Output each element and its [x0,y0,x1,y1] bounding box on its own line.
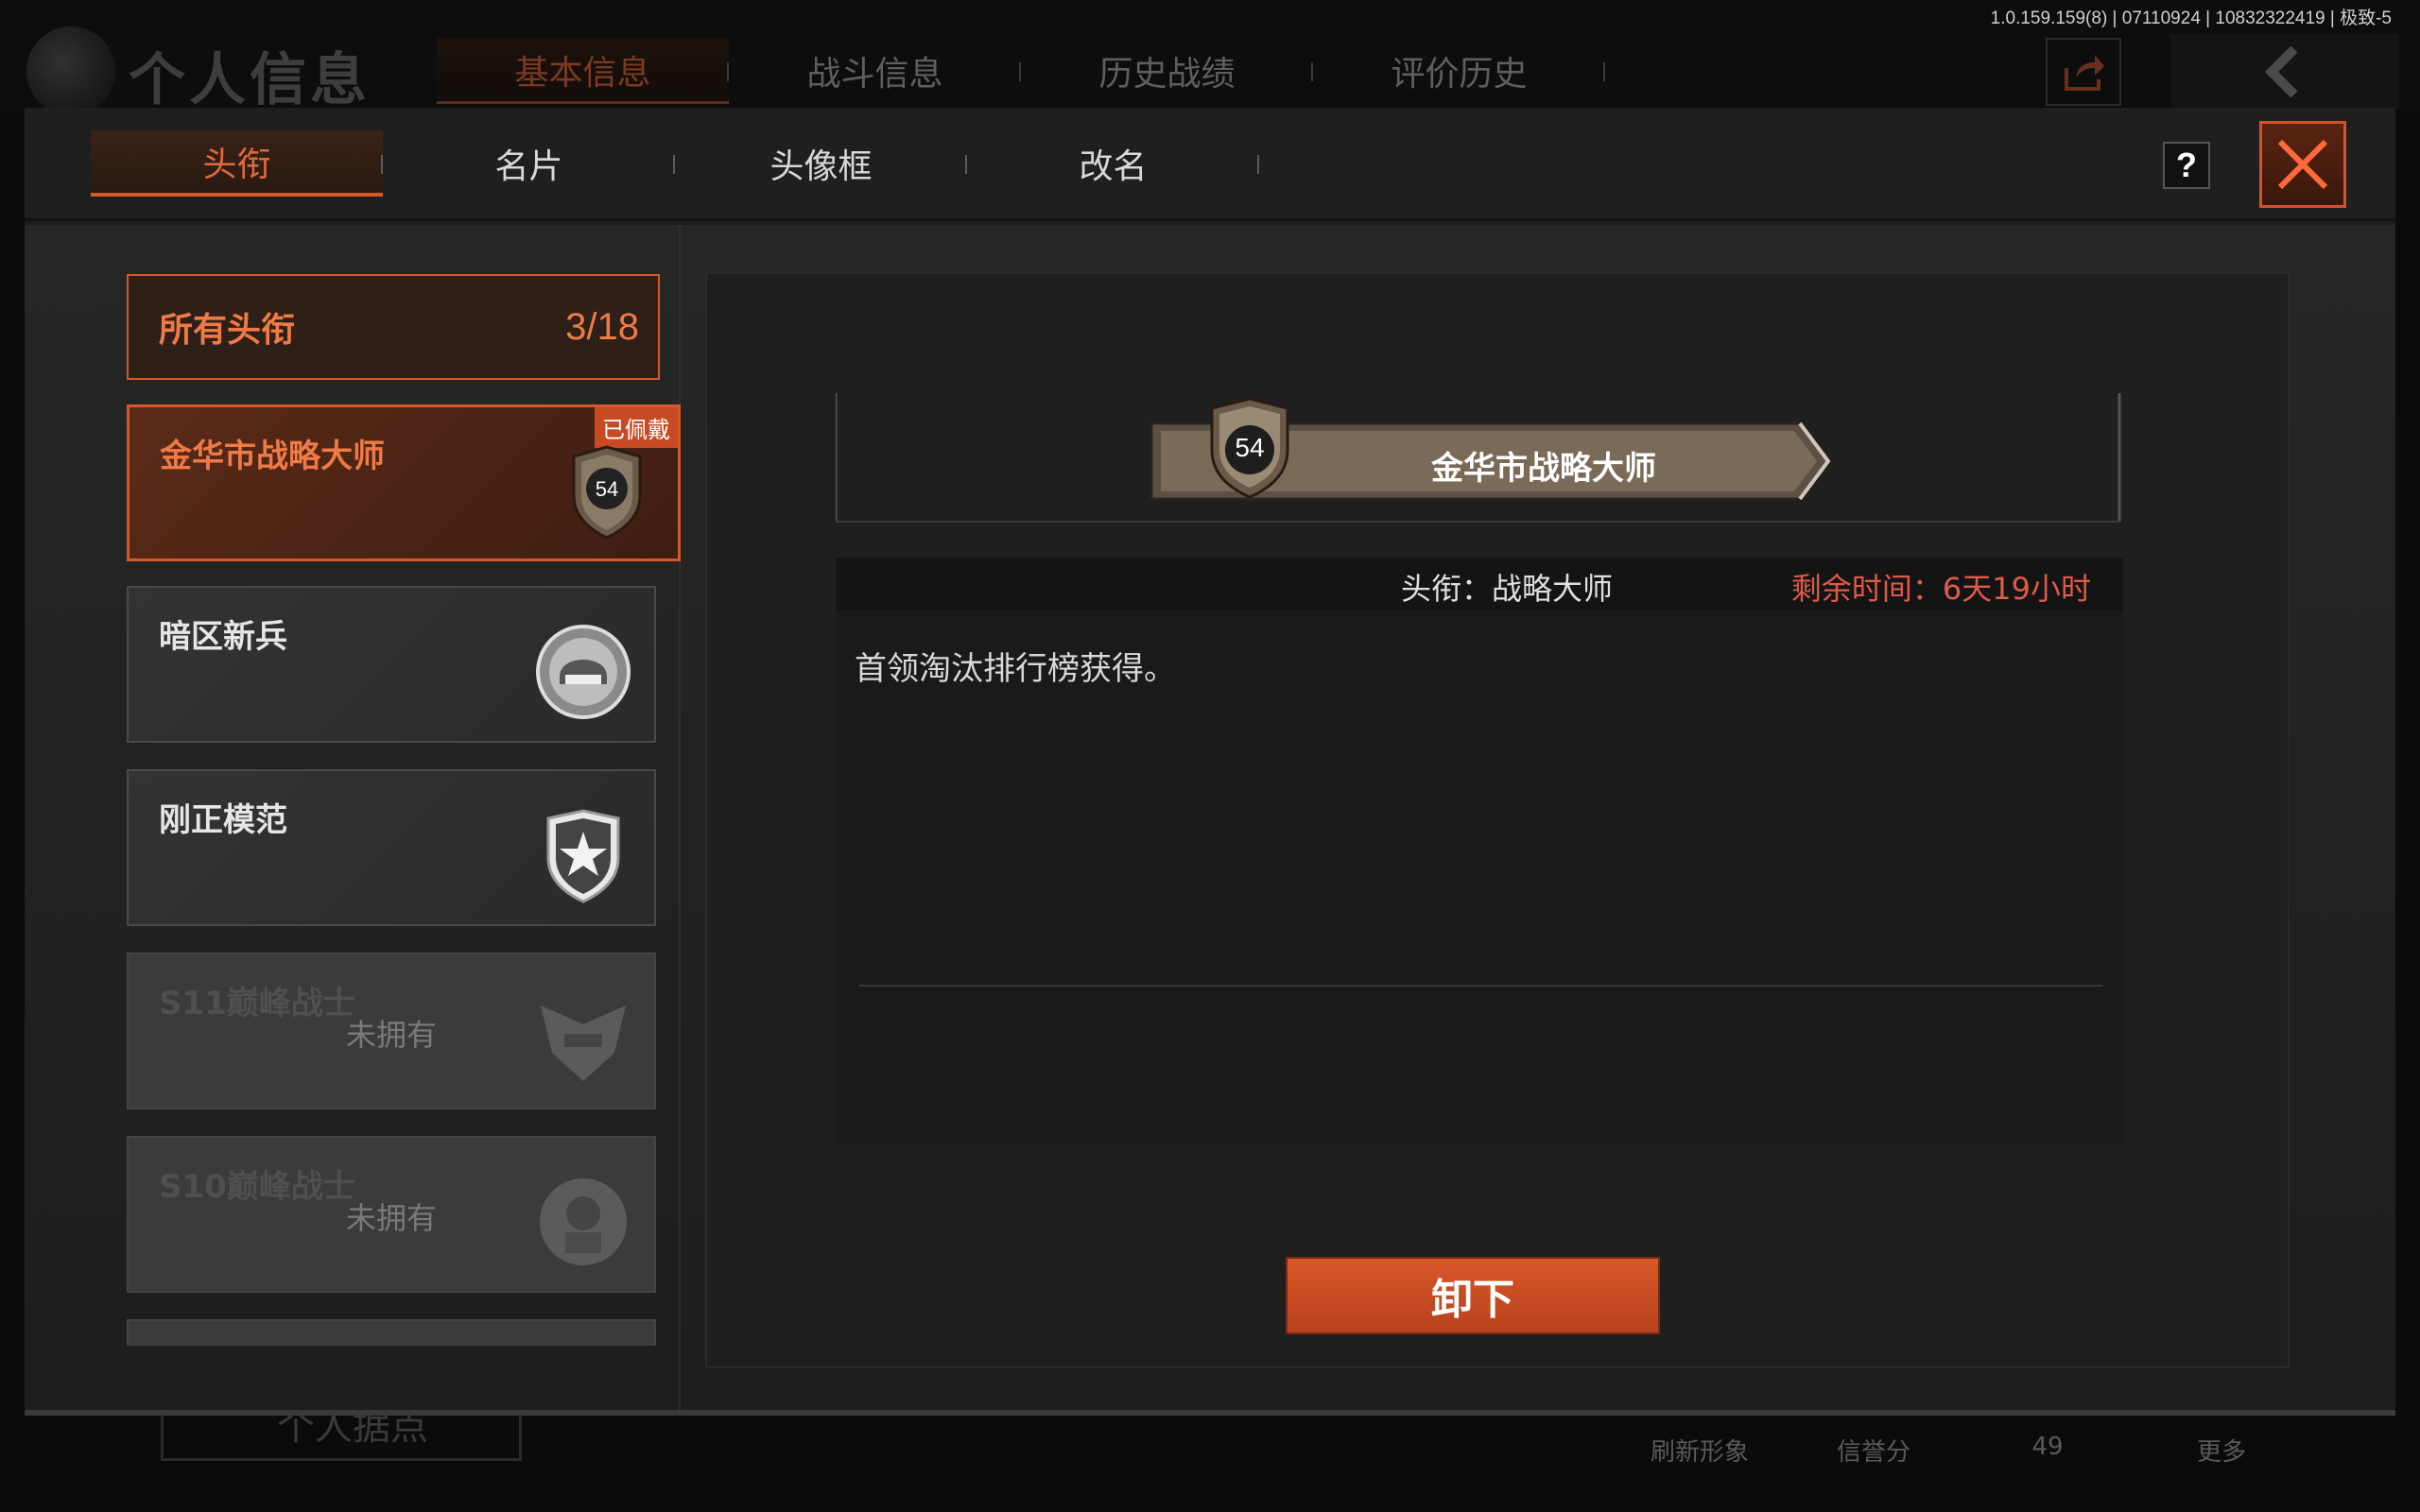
title-item[interactable]: 暗区新兵 [127,586,656,743]
globe-icon [26,26,115,115]
tab-name-card[interactable]: 名片 [383,130,675,197]
title-item-locked[interactable]: S10巅峰战士 未拥有 [127,1136,656,1293]
all-titles-label: 所有头衔 [159,311,296,350]
chevron-left-icon [2264,45,2298,98]
time-remaining: 剩余时间：6天19小时 [1790,571,2091,607]
description-header: 头衔：战略大师 剩余时间：6天19小时 [836,558,2123,610]
warrior-mask-icon [541,1005,626,1081]
title-item-selected[interactable]: 金华市战略大师 已佩戴 54 [127,404,681,561]
tab-avatar-frame[interactable]: 头像框 [675,130,967,197]
page-title: 个人信息 [129,47,371,113]
tab-history-record[interactable]: 历史战绩 [1021,38,1313,104]
rank-badge-icon: 54 [572,445,642,540]
more-button[interactable]: 更多 [2155,1433,2288,1468]
page-tabs: 基本信息 战斗信息 历史战绩 评价历史 [437,38,1605,104]
unequip-button[interactable]: 卸下 [1286,1257,1660,1334]
divider [858,985,2102,987]
tab-battle-info[interactable]: 战斗信息 [729,38,1021,104]
not-owned-label: 未拥有 [346,1200,438,1236]
banner-title-name: 金华市战略大师 [1431,450,1656,488]
all-titles-filter[interactable]: 所有头衔 3/18 [127,274,660,380]
credit-score-button[interactable]: 信誉分 [1807,1433,1940,1468]
all-titles-count: 3/18 [565,305,639,348]
back-button[interactable] [2170,34,2399,110]
tab-basic-info[interactable]: 基本信息 [437,38,729,104]
modal-header: 头衔 名片 头像框 改名 ? [25,108,2395,221]
banner-level: 54 [1235,433,1265,462]
tab-title[interactable]: 头衔 [91,130,383,197]
refresh-avatar-button[interactable]: 刷新形象 [1634,1433,1766,1468]
helmet-medal-icon [536,625,631,719]
modal-tabs: 头衔 名片 头像框 改名 [91,130,1259,197]
title-item-name: S10巅峰战士 [159,1168,355,1206]
tab-review-history[interactable]: 评价历史 [1313,38,1605,104]
title-item[interactable]: 刚正模范 [127,769,656,926]
title-item-name: 金华市战略大师 [160,438,385,475]
title-item-name: 刚正模范 [159,801,287,839]
description-panel: 头衔：战略大师 剩余时间：6天19小时 首领淘汰排行榜获得。 [836,558,2123,1143]
title-item-name: S11巅峰战士 [159,985,355,1022]
title-list[interactable]: 金华市战略大师 已佩戴 54 暗区新兵 刚正模范 S11巅峰战士 未拥有 S10… [127,404,681,1346]
title-description: 首领淘汰排行榜获得。 [855,650,1176,688]
not-owned-label: 未拥有 [346,1017,438,1053]
title-item-name: 暗区新兵 [159,618,287,656]
version-text: 1.0.159.159(8) | 07110924 | 10832322419 … [1990,9,2392,28]
title-item-locked[interactable] [127,1319,656,1346]
tab-rename[interactable]: 改名 [967,130,1259,197]
likes-count[interactable]: 49 [1981,1433,2114,1461]
title-modal: 头衔 名片 头像框 改名 ? 所有头衔 3/18 金华市战略大师 已佩戴 54 … [25,108,2395,1416]
share-icon [2065,55,2104,91]
star-shield-icon [546,809,620,903]
share-button[interactable] [2046,38,2121,106]
rank-level: 54 [596,477,618,501]
close-button[interactable] [2259,121,2346,208]
title-item-locked[interactable]: S11巅峰战士 未拥有 [127,953,656,1109]
warrior-medal-icon [540,1178,627,1265]
title-label: 头衔：战略大师 [1401,571,1614,607]
close-icon [2277,139,2328,190]
help-button[interactable]: ? [2163,142,2210,189]
